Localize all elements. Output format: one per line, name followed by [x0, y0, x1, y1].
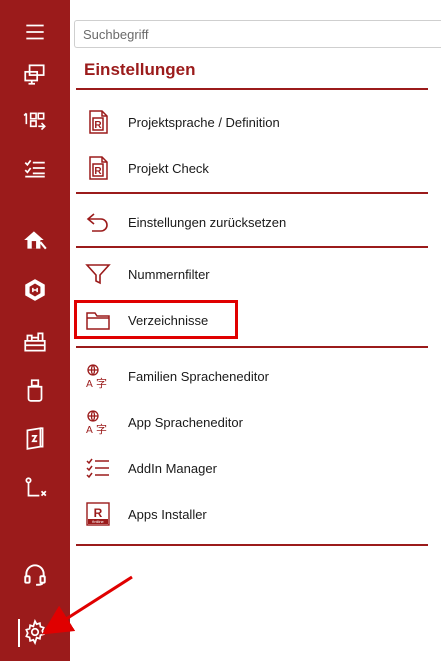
- menu-item-label: Familien Spracheneditor: [128, 368, 269, 384]
- divider: [76, 246, 428, 248]
- menu-item-projektsprache[interactable]: R Projektsprache / Definition: [76, 102, 428, 142]
- checklist-sidebar-icon[interactable]: [0, 146, 70, 190]
- connection-icon[interactable]: [0, 466, 70, 510]
- menu-item-verzeichnisse[interactable]: Verzeichnisse: [76, 300, 428, 340]
- svg-text:R: R: [94, 120, 102, 131]
- menu-item-projekt-check[interactable]: R Projekt Check: [76, 148, 428, 188]
- menu-item-familien-spracheneditor[interactable]: A字 Familien Spracheneditor: [76, 356, 428, 396]
- svg-text:A: A: [86, 379, 93, 390]
- menu-item-label: Projekt Check: [128, 160, 209, 176]
- language-icon: A字: [84, 408, 112, 436]
- panel-title: Einstellungen: [84, 60, 196, 79]
- language-icon: A字: [84, 362, 112, 390]
- bucket-icon[interactable]: [0, 368, 70, 412]
- menu-item-app-spracheneditor[interactable]: A字 App Spracheneditor: [76, 402, 428, 442]
- divider: [76, 346, 428, 348]
- hamburger-menu-icon[interactable]: [0, 10, 70, 54]
- reset-arrow-icon: [84, 208, 112, 236]
- menu-item-label: Einstellungen zurücksetzen: [128, 214, 287, 230]
- revit-file-icon: R: [84, 108, 112, 136]
- hexagon-logo-icon[interactable]: [0, 268, 70, 312]
- divider: [76, 88, 428, 90]
- menu-item-label: AddIn Manager: [128, 460, 217, 476]
- menu-item-einstellungen-zuruecksetzen[interactable]: Einstellungen zurücksetzen: [76, 202, 428, 242]
- book-icon[interactable]: [0, 416, 70, 460]
- monitor-icon[interactable]: [0, 52, 70, 96]
- sidebar: [0, 0, 70, 661]
- apps-installer-icon: R fintline: [84, 500, 112, 528]
- menu-item-label: Projektsprache / Definition: [128, 114, 280, 130]
- numbering-icon[interactable]: [0, 100, 70, 144]
- revit-file-icon: R: [84, 154, 112, 182]
- svg-text:R: R: [94, 506, 103, 520]
- divider: [76, 544, 428, 546]
- menu-item-addin-manager[interactable]: AddIn Manager: [76, 448, 428, 488]
- svg-text:字: 字: [96, 422, 107, 436]
- checklist-icon: [84, 454, 112, 482]
- headset-icon[interactable]: [0, 552, 70, 596]
- menu-item-label: Verzeichnisse: [128, 312, 209, 328]
- settings-panel: Einstellungen R Projektsprache / Definit…: [70, 0, 441, 661]
- folder-icon: [84, 306, 112, 334]
- svg-text:A: A: [86, 425, 93, 436]
- search-input[interactable]: [74, 20, 441, 48]
- menu-item-label: App Spracheneditor: [128, 414, 243, 430]
- filter-icon: [84, 260, 112, 288]
- settings-gear-icon[interactable]: [0, 610, 70, 654]
- menu-item-label: Apps Installer: [128, 506, 207, 522]
- svg-text:字: 字: [96, 376, 107, 390]
- menu-item-nummernfilter[interactable]: Nummernfilter: [76, 254, 428, 294]
- divider: [76, 192, 428, 194]
- menu-item-apps-installer[interactable]: R fintline Apps Installer: [76, 494, 428, 534]
- menu-item-label: Nummernfilter: [128, 266, 210, 282]
- svg-text:R: R: [94, 166, 102, 177]
- house-tools-icon[interactable]: [0, 218, 70, 262]
- svg-text:fintline: fintline: [92, 519, 104, 524]
- toolbox-icon[interactable]: [0, 320, 70, 364]
